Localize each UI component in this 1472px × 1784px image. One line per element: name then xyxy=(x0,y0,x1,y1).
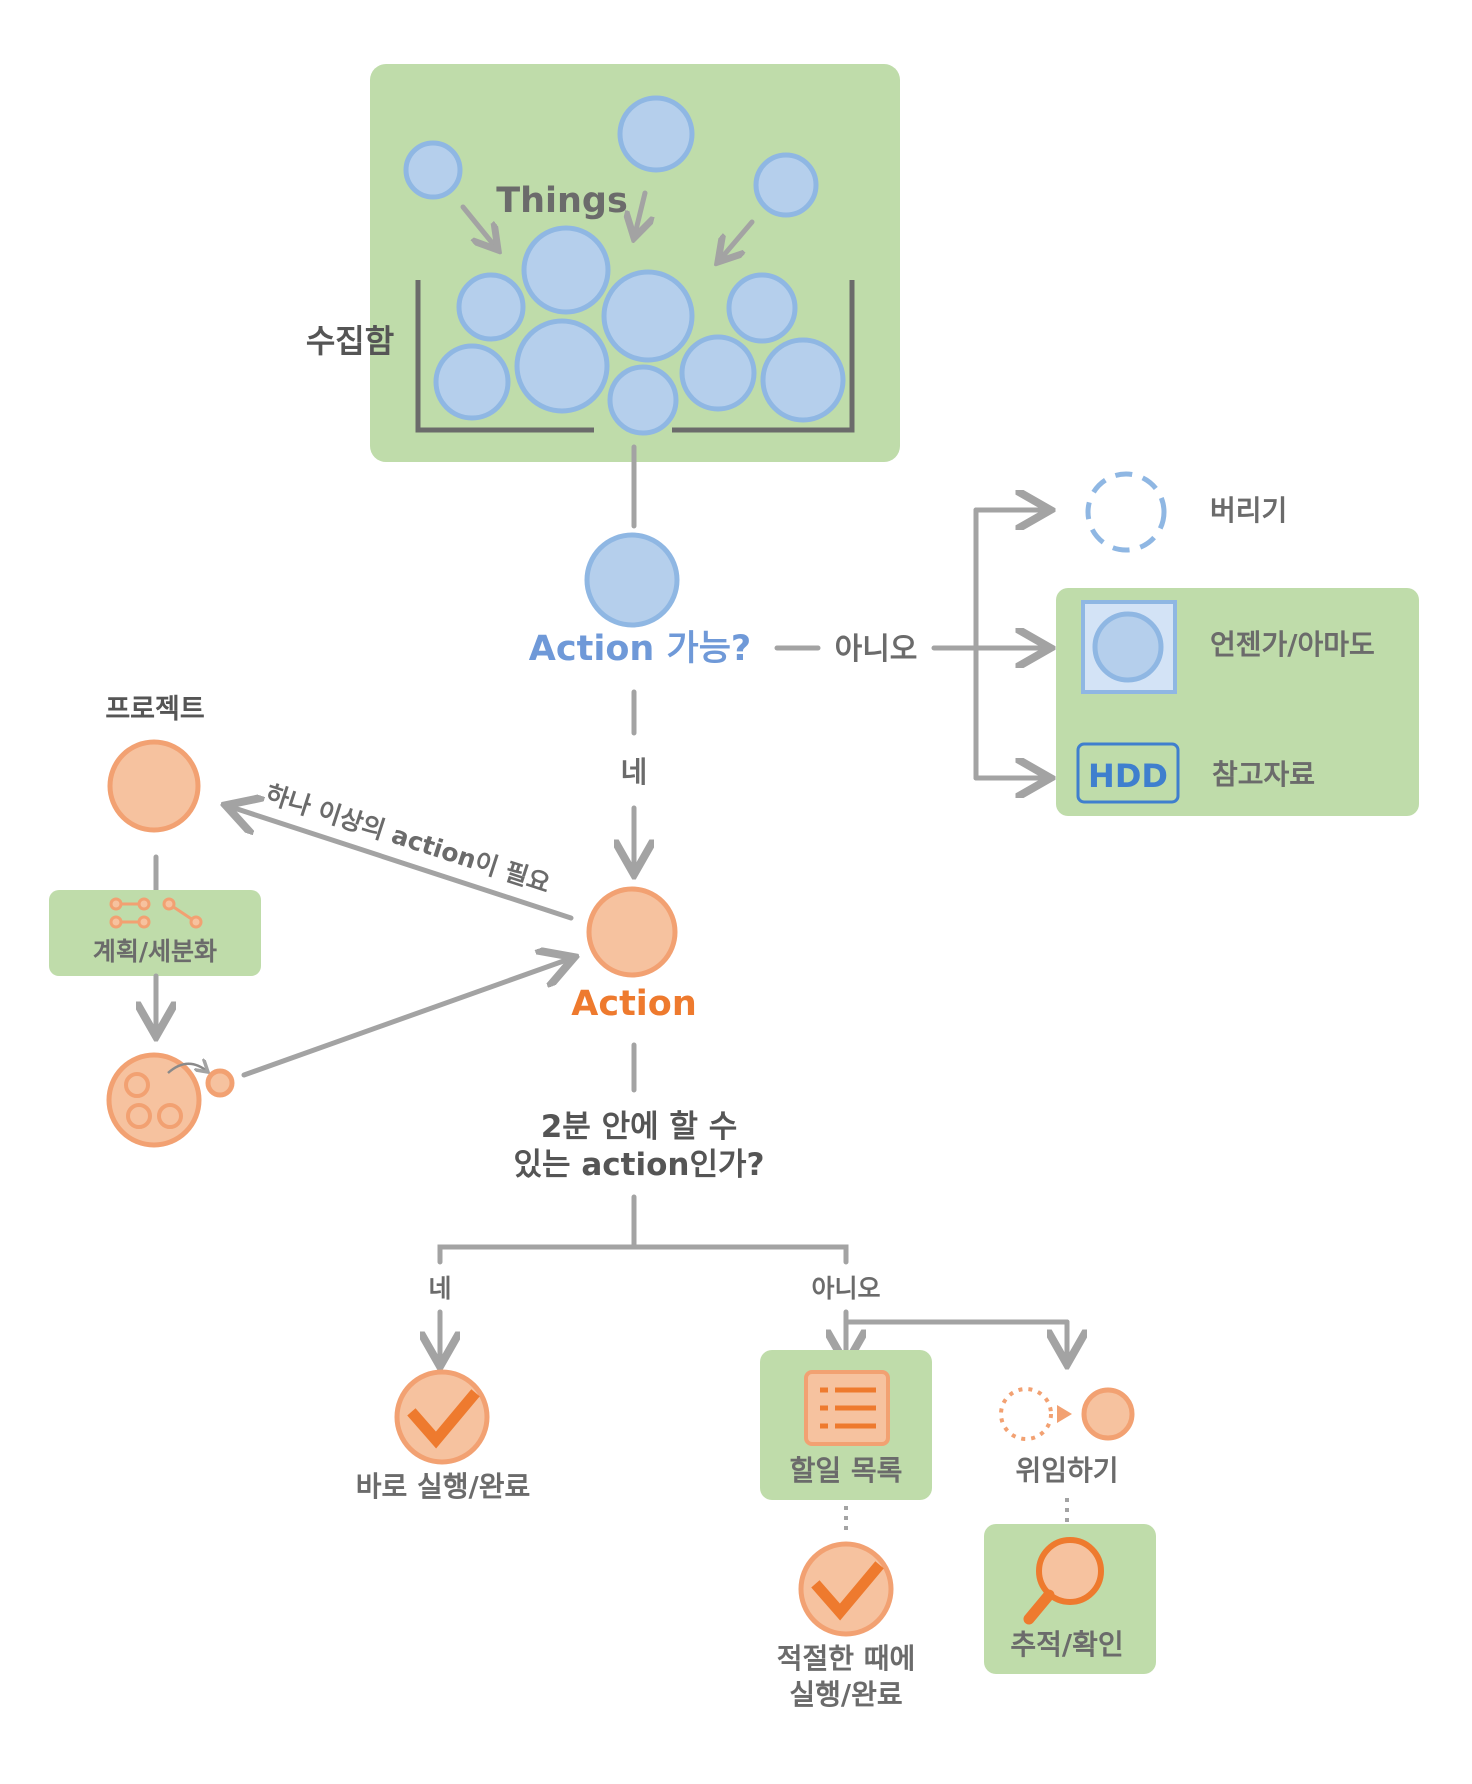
check-icon xyxy=(394,1369,490,1465)
check-icon xyxy=(798,1541,894,1637)
list-icon xyxy=(804,1370,890,1446)
actionable-yes-label: 네 xyxy=(621,755,648,789)
delegate-label: 위임하기 xyxy=(1015,1454,1118,1487)
project-label: 프로젝트 xyxy=(105,694,204,725)
do-later-label-line2: 실행/완료 xyxy=(789,1678,902,1711)
reference-label: 참고자료 xyxy=(1212,758,1315,791)
plan-label: 계획/세분화 xyxy=(93,937,217,966)
delegate-icon xyxy=(999,1387,1135,1441)
trash-label: 버리기 xyxy=(1210,494,1287,527)
action-label: Action xyxy=(571,984,697,1024)
do-later-label-line1: 적절한 때에 xyxy=(777,1642,916,1675)
do-now-label: 바로 실행/완료 xyxy=(356,1470,531,1503)
inbox-item-bubble xyxy=(433,343,511,421)
thing-bubble xyxy=(403,140,463,200)
arrow-subactions-to-action xyxy=(241,958,572,1078)
branch-bracket xyxy=(437,1244,849,1265)
two-minute-yes-label: 네 xyxy=(428,1274,451,1303)
inbox-item-bubble xyxy=(726,272,798,344)
actionable-question: Action 가능? xyxy=(529,629,751,669)
action-bubble xyxy=(586,886,678,978)
trash-dashed-circle-icon xyxy=(1085,471,1167,553)
inbox-item-bubble xyxy=(760,337,846,423)
needs-more-label: 하나 이상의 action이 필요 xyxy=(262,779,554,898)
todo-label: 할일 목록 xyxy=(790,1454,903,1487)
item-bubble xyxy=(584,532,680,628)
project-bubble xyxy=(107,739,201,833)
thing-bubble xyxy=(617,95,695,173)
someday-label: 언젠가/아마도 xyxy=(1210,628,1375,661)
two-minute-no-label: 아니오 xyxy=(811,1274,880,1303)
gtd-workflow-diagram: Things 수집함 Action 가능? 아니오 버리기 언젠가/아마도 HD… xyxy=(49,64,1419,1711)
two-minute-question-line2: 있는 action인가? xyxy=(514,1147,765,1183)
someday-box-icon xyxy=(1081,600,1177,694)
inbox-item-bubble xyxy=(601,269,695,363)
inbox-item-bubble xyxy=(514,318,610,414)
inbox-item-bubble xyxy=(521,225,611,315)
inbox-item-bubble xyxy=(679,334,757,412)
thing-bubble xyxy=(753,152,819,218)
things-label: Things xyxy=(496,181,628,221)
inbox-item-bubble xyxy=(456,272,526,342)
inbox-label: 수집함 xyxy=(306,322,394,360)
subactions-bubble-icon xyxy=(106,1052,235,1148)
hdd-icon-label: HDD xyxy=(1088,757,1168,795)
two-minute-question-line1: 2분 안에 할 수 xyxy=(541,1109,738,1145)
actionable-no-label: 아니오 xyxy=(835,632,918,667)
track-label: 추적/확인 xyxy=(1010,1628,1123,1661)
inbox-item-bubble xyxy=(607,364,679,436)
